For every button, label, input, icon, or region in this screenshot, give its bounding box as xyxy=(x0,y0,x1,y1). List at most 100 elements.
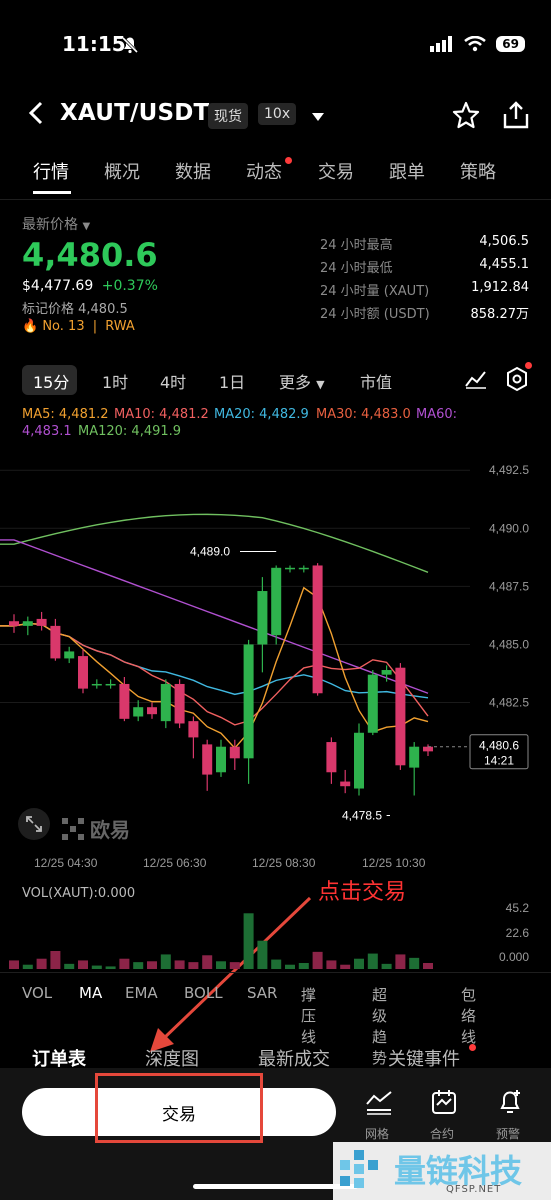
indicator-vol[interactable]: VOL xyxy=(22,984,52,1002)
volume-bar xyxy=(298,963,309,969)
indicator-boll[interactable]: BOLL xyxy=(184,984,223,1002)
indicator-support-resistance[interactable]: 撑压线 xyxy=(301,984,316,1047)
candle-body xyxy=(133,707,144,717)
volume-bar xyxy=(395,954,406,969)
indicator-envelope[interactable]: 包络线 xyxy=(461,984,476,1047)
candle-body xyxy=(202,744,213,775)
interval-4h[interactable]: 4时 xyxy=(160,369,186,393)
candle-body xyxy=(340,781,351,787)
chart-settings-icon[interactable] xyxy=(505,366,529,396)
volume-bar xyxy=(340,964,351,969)
settings-notification-dot xyxy=(525,362,532,369)
candle-body xyxy=(271,567,282,636)
candle-body xyxy=(147,707,157,715)
candle-body xyxy=(188,721,199,738)
volume-bar xyxy=(271,959,282,969)
ma5-line xyxy=(0,586,429,750)
ma60-label: MA60: xyxy=(416,407,458,422)
tab-data[interactable]: 数据 xyxy=(175,158,211,184)
pair-title[interactable]: XAUT/USDT xyxy=(60,100,209,126)
candle-body xyxy=(64,651,75,659)
candle-body xyxy=(243,644,254,759)
rank-row[interactable]: 🔥 No. 13 | RWA xyxy=(22,319,135,334)
stat-label: 24 小时额 (USDT) xyxy=(320,307,430,322)
watermark-logo-icon xyxy=(336,1146,386,1200)
grid-label: 网格 xyxy=(365,1127,390,1141)
last-price: 4,480.6 xyxy=(22,236,158,274)
tab-overview[interactable]: 概况 xyxy=(104,158,140,184)
candle-body xyxy=(78,656,88,689)
indicator-supertrend[interactable]: 超级趋势 xyxy=(372,984,387,1068)
volume-bar xyxy=(160,954,171,969)
grid-icon[interactable] xyxy=(365,1090,393,1120)
alert-label: 预警 xyxy=(496,1127,521,1141)
interval-market-cap[interactable]: 市值 xyxy=(360,369,392,393)
candle-body xyxy=(229,746,240,759)
divider xyxy=(0,199,551,200)
back-button[interactable] xyxy=(28,100,44,133)
okx-watermark-text: 欧易 xyxy=(90,818,130,842)
candle-body xyxy=(9,621,19,626)
indicator-ema[interactable]: EMA xyxy=(125,984,158,1002)
candlestick-chart[interactable]: 4,492.5 4,490.0 4,487.5 4,485.0 4,482.5 12/25… xyxy=(0,440,551,870)
fullscreen-icon[interactable] xyxy=(18,808,50,840)
alert-icon[interactable] xyxy=(496,1088,524,1120)
wifi-icon xyxy=(464,36,487,52)
battery-level: 69 xyxy=(496,36,525,52)
tab-trade[interactable]: 交易 xyxy=(318,158,354,184)
ma120-line xyxy=(0,513,429,573)
volume-tick-label: 45.2 xyxy=(506,901,530,915)
candle-body xyxy=(298,567,309,570)
candle-body xyxy=(367,674,378,733)
mark-price: 标记价格 4,480.5 xyxy=(22,302,128,317)
pair-dropdown-icon[interactable] xyxy=(310,108,326,127)
volume-bar xyxy=(64,963,75,969)
candle-body xyxy=(326,742,337,773)
leverage-tag: 10x xyxy=(258,103,297,125)
tab-strategy[interactable]: 策略 xyxy=(460,158,496,184)
interval-15m[interactable]: 15分 xyxy=(33,369,69,393)
contract-icon[interactable] xyxy=(430,1088,458,1120)
rwa-tag: RWA xyxy=(105,319,135,334)
tab-news[interactable]: 动态 xyxy=(246,158,282,184)
usd-price: $4,477.69 +0.37% xyxy=(22,278,158,294)
ma10-line xyxy=(0,622,429,726)
okx-watermark: 欧易 xyxy=(62,814,130,843)
interval-1d[interactable]: 1日 xyxy=(219,369,245,393)
rank-separator: | xyxy=(92,319,98,334)
star-icon[interactable] xyxy=(452,101,480,133)
volume-tick-label: 0.000 xyxy=(499,950,529,964)
volume-bar xyxy=(257,940,268,969)
drawing-tool-icon[interactable] xyxy=(464,368,488,394)
ma10-label: MA10: 4,481.2 xyxy=(114,407,209,422)
interval-more[interactable]: 更多 ▼ xyxy=(279,369,325,393)
indicator-sar[interactable]: SAR xyxy=(247,984,277,1002)
fire-icon: 🔥 xyxy=(22,319,39,334)
candle-body xyxy=(423,746,433,752)
volume-bar xyxy=(105,966,116,969)
candle-body xyxy=(22,621,33,626)
volume-bar xyxy=(188,962,199,969)
tab-market[interactable]: 行情 xyxy=(33,158,69,184)
volume-bar xyxy=(312,951,323,969)
candle-body xyxy=(174,683,185,724)
low-price-label: 4,478.5 xyxy=(342,809,382,823)
volume-bar xyxy=(174,960,185,969)
price-label[interactable]: 最新价格 ▼ xyxy=(22,214,90,234)
tab-copy[interactable]: 跟单 xyxy=(389,158,425,184)
share-icon[interactable] xyxy=(502,100,530,134)
silent-mode-icon xyxy=(120,35,140,59)
contract-label: 合约 xyxy=(430,1127,455,1141)
interval-1h[interactable]: 1时 xyxy=(102,369,128,393)
candle-countdown: 14:21 xyxy=(484,754,514,768)
x-tick-label: 12/25 10:30 xyxy=(362,856,426,870)
annotation-highlight-box xyxy=(95,1073,263,1143)
volume-bar xyxy=(367,953,378,969)
candle-body xyxy=(119,683,130,719)
ma20-label: MA20: 4,482.9 xyxy=(214,407,309,422)
candle-body xyxy=(91,683,102,686)
x-tick-label: 12/25 04:30 xyxy=(34,856,98,870)
indicator-ma[interactable]: MA xyxy=(79,984,102,1002)
volume-bar xyxy=(202,955,213,969)
tab-underline xyxy=(33,191,71,194)
